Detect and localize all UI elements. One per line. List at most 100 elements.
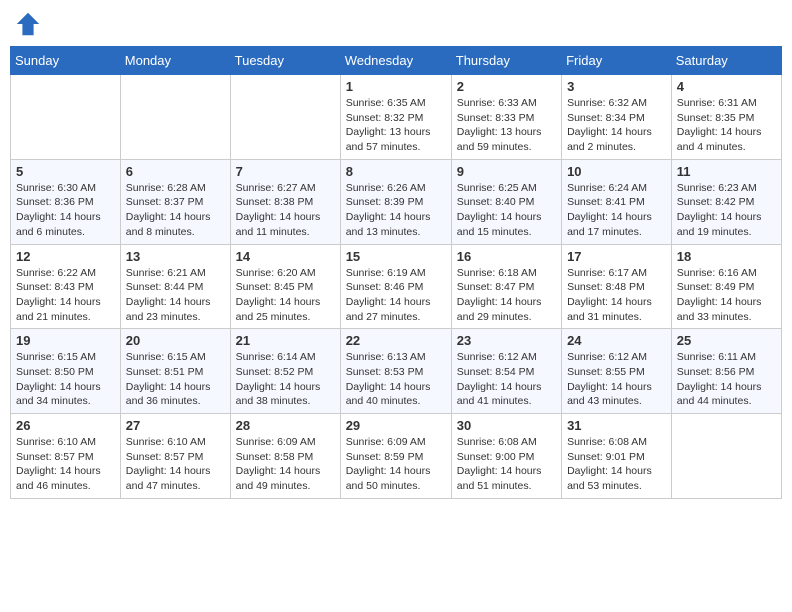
day-info: Sunrise: 6:35 AMSunset: 8:32 PMDaylight:… (346, 96, 446, 155)
day-info: Sunrise: 6:32 AMSunset: 8:34 PMDaylight:… (567, 96, 666, 155)
day-number: 12 (16, 249, 115, 264)
logo (14, 10, 46, 38)
day-number: 18 (677, 249, 776, 264)
calendar-cell: 9Sunrise: 6:25 AMSunset: 8:40 PMDaylight… (451, 159, 561, 244)
calendar-cell: 7 Sunrise: 6:27 AMSunset: 8:38 PMDaylight… (230, 159, 340, 244)
day-info: Sunrise: 6:09 AMSunset: 8:58 PMDaylight:… (236, 435, 335, 494)
day-info: Sunrise: 6:24 AMSunset: 8:41 PMDaylight:… (567, 181, 666, 240)
calendar-cell (11, 75, 121, 160)
day-info: Sunrise: 6:08 AMSunset: 9:00 PMDaylight:… (457, 435, 556, 494)
calendar-cell: 5 Sunrise: 6:30 AMSunset: 8:36 PMDaylight… (11, 159, 121, 244)
day-number: 8 (346, 164, 446, 179)
day-info: Sunrise: 6:21 AMSunset: 8:44 PMDaylight:… (126, 266, 225, 325)
day-info: Sunrise: 6:15 AMSunset: 8:51 PMDaylight:… (126, 350, 225, 409)
calendar-cell (120, 75, 230, 160)
day-info: Sunrise: 6:08 AMSunset: 9:01 PMDaylight:… (567, 435, 666, 494)
day-info: Sunrise: 6:31 AMSunset: 8:35 PMDaylight:… (677, 96, 776, 155)
week-row-1: 1 Sunrise: 6:35 AMSunset: 8:32 PMDaylight… (11, 75, 782, 160)
day-number: 5 (16, 164, 115, 179)
calendar-cell: 13 Sunrise: 6:21 AMSunset: 8:44 PMDayligh… (120, 244, 230, 329)
day-info: Sunrise: 6:27 AMSunset: 8:38 PMDaylight:… (236, 181, 335, 240)
calendar-cell: 19 Sunrise: 6:15 AMSunset: 8:50 PMDayligh… (11, 329, 121, 414)
day-number: 13 (126, 249, 225, 264)
weekday-header-tuesday: Tuesday (230, 47, 340, 75)
day-info: Sunrise: 6:30 AMSunset: 8:36 PMDaylight:… (16, 181, 115, 240)
calendar-cell: 18 Sunrise: 6:16 AMSunset: 8:49 PMDayligh… (671, 244, 781, 329)
day-info: Sunrise: 6:10 AMSunset: 8:57 PMDaylight:… (126, 435, 225, 494)
day-number: 21 (236, 333, 335, 348)
day-number: 17 (567, 249, 666, 264)
calendar-cell: 6 Sunrise: 6:28 AMSunset: 8:37 PMDaylight… (120, 159, 230, 244)
calendar: SundayMondayTuesdayWednesdayThursdayFrid… (10, 46, 782, 499)
day-number: 26 (16, 418, 115, 433)
day-info: Sunrise: 6:17 AMSunset: 8:48 PMDaylight:… (567, 266, 666, 325)
calendar-cell: 12 Sunrise: 6:22 AMSunset: 8:43 PMDayligh… (11, 244, 121, 329)
calendar-cell: 21 Sunrise: 6:14 AMSunset: 8:52 PMDayligh… (230, 329, 340, 414)
calendar-cell: 3 Sunrise: 6:32 AMSunset: 8:34 PMDaylight… (562, 75, 672, 160)
day-number: 6 (126, 164, 225, 179)
day-info: Sunrise: 6:13 AMSunset: 8:53 PMDaylight:… (346, 350, 446, 409)
calendar-cell: 10 Sunrise: 6:24 AMSunset: 8:41 PMDayligh… (562, 159, 672, 244)
day-number: 22 (346, 333, 446, 348)
day-number: 7 (236, 164, 335, 179)
day-info: Sunrise: 6:23 AMSunset: 8:42 PMDaylight:… (677, 181, 776, 240)
calendar-cell: 14 Sunrise: 6:20 AMSunset: 8:45 PMDayligh… (230, 244, 340, 329)
day-number: 9 (457, 164, 556, 179)
day-number: 27 (126, 418, 225, 433)
calendar-cell: 23 Sunrise: 6:12 AMSunset: 8:54 PMDayligh… (451, 329, 561, 414)
day-info: Sunrise: 6:09 AMSunset: 8:59 PMDaylight:… (346, 435, 446, 494)
day-info: Sunrise: 6:12 AMSunset: 8:54 PMDaylight:… (457, 350, 556, 409)
calendar-cell: 16 Sunrise: 6:18 AMSunset: 8:47 PMDayligh… (451, 244, 561, 329)
weekday-header-sunday: Sunday (11, 47, 121, 75)
day-info: Sunrise: 6:22 AMSunset: 8:43 PMDaylight:… (16, 266, 115, 325)
day-info: Sunrise: 6:15 AMSunset: 8:50 PMDaylight:… (16, 350, 115, 409)
day-info: Sunrise: 6:28 AMSunset: 8:37 PMDaylight:… (126, 181, 225, 240)
calendar-cell: 20Sunrise: 6:15 AMSunset: 8:51 PMDayligh… (120, 329, 230, 414)
day-number: 29 (346, 418, 446, 433)
day-number: 2 (457, 79, 556, 94)
calendar-cell: 24Sunrise: 6:12 AMSunset: 8:55 PMDayligh… (562, 329, 672, 414)
day-info: Sunrise: 6:11 AMSunset: 8:56 PMDaylight:… (677, 350, 776, 409)
day-info: Sunrise: 6:10 AMSunset: 8:57 PMDaylight:… (16, 435, 115, 494)
calendar-cell: 31 Sunrise: 6:08 AMSunset: 9:01 PMDayligh… (562, 414, 672, 499)
calendar-cell: 30 Sunrise: 6:08 AMSunset: 9:00 PMDayligh… (451, 414, 561, 499)
calendar-cell: 29 Sunrise: 6:09 AMSunset: 8:59 PMDayligh… (340, 414, 451, 499)
calendar-cell: 4Sunrise: 6:31 AMSunset: 8:35 PMDaylight… (671, 75, 781, 160)
weekday-header-row: SundayMondayTuesdayWednesdayThursdayFrid… (11, 47, 782, 75)
day-number: 30 (457, 418, 556, 433)
calendar-cell: 26 Sunrise: 6:10 AMSunset: 8:57 PMDayligh… (11, 414, 121, 499)
calendar-cell: 8 Sunrise: 6:26 AMSunset: 8:39 PMDaylight… (340, 159, 451, 244)
day-info: Sunrise: 6:18 AMSunset: 8:47 PMDaylight:… (457, 266, 556, 325)
day-number: 19 (16, 333, 115, 348)
day-info: Sunrise: 6:16 AMSunset: 8:49 PMDaylight:… (677, 266, 776, 325)
logo-icon (14, 10, 42, 38)
day-number: 28 (236, 418, 335, 433)
day-info: Sunrise: 6:14 AMSunset: 8:52 PMDaylight:… (236, 350, 335, 409)
page-header (10, 10, 782, 38)
day-number: 10 (567, 164, 666, 179)
calendar-cell: 22 Sunrise: 6:13 AMSunset: 8:53 PMDayligh… (340, 329, 451, 414)
day-info: Sunrise: 6:33 AMSunset: 8:33 PMDaylight:… (457, 96, 556, 155)
week-row-5: 26 Sunrise: 6:10 AMSunset: 8:57 PMDayligh… (11, 414, 782, 499)
day-number: 15 (346, 249, 446, 264)
weekday-header-thursday: Thursday (451, 47, 561, 75)
calendar-cell: 17 Sunrise: 6:17 AMSunset: 8:48 PMDayligh… (562, 244, 672, 329)
calendar-cell: 25 Sunrise: 6:11 AMSunset: 8:56 PMDayligh… (671, 329, 781, 414)
week-row-4: 19 Sunrise: 6:15 AMSunset: 8:50 PMDayligh… (11, 329, 782, 414)
weekday-header-monday: Monday (120, 47, 230, 75)
day-number: 23 (457, 333, 556, 348)
day-number: 24 (567, 333, 666, 348)
calendar-cell: 15Sunrise: 6:19 AMSunset: 8:46 PMDayligh… (340, 244, 451, 329)
calendar-cell: 2 Sunrise: 6:33 AMSunset: 8:33 PMDaylight… (451, 75, 561, 160)
day-number: 16 (457, 249, 556, 264)
day-number: 3 (567, 79, 666, 94)
day-number: 1 (346, 79, 446, 94)
day-number: 14 (236, 249, 335, 264)
day-number: 31 (567, 418, 666, 433)
day-info: Sunrise: 6:26 AMSunset: 8:39 PMDaylight:… (346, 181, 446, 240)
day-info: Sunrise: 6:20 AMSunset: 8:45 PMDaylight:… (236, 266, 335, 325)
weekday-header-saturday: Saturday (671, 47, 781, 75)
day-number: 25 (677, 333, 776, 348)
weekday-header-wednesday: Wednesday (340, 47, 451, 75)
calendar-cell (230, 75, 340, 160)
